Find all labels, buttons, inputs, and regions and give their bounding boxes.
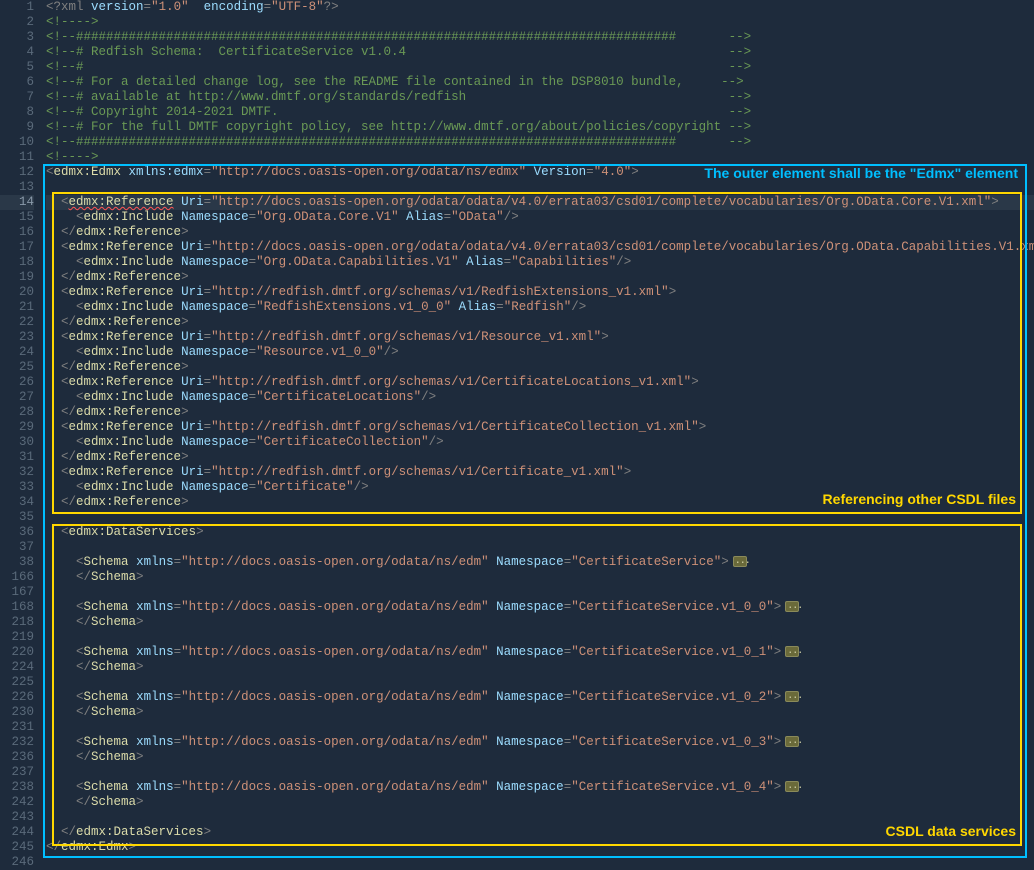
fold-icon[interactable]	[785, 646, 799, 657]
fold-icon[interactable]	[785, 781, 799, 792]
fold-icon[interactable]	[785, 691, 799, 702]
code-area[interactable]: <?xml version="1.0" encoding="UTF-8"?> <…	[42, 0, 1034, 867]
fold-icon[interactable]	[733, 556, 747, 567]
line-number-gutter: 1234567891011121314151617181920212223242…	[0, 0, 42, 867]
fold-icon[interactable]	[785, 601, 799, 612]
code-line: <?xml version="1.0" encoding="UTF-8"?>	[46, 0, 1034, 15]
current-line: <edmx:Reference Uri="http://docs.oasis-o…	[46, 195, 1034, 210]
fold-icon[interactable]	[785, 736, 799, 747]
code-editor[interactable]: 1234567891011121314151617181920212223242…	[0, 0, 1034, 867]
